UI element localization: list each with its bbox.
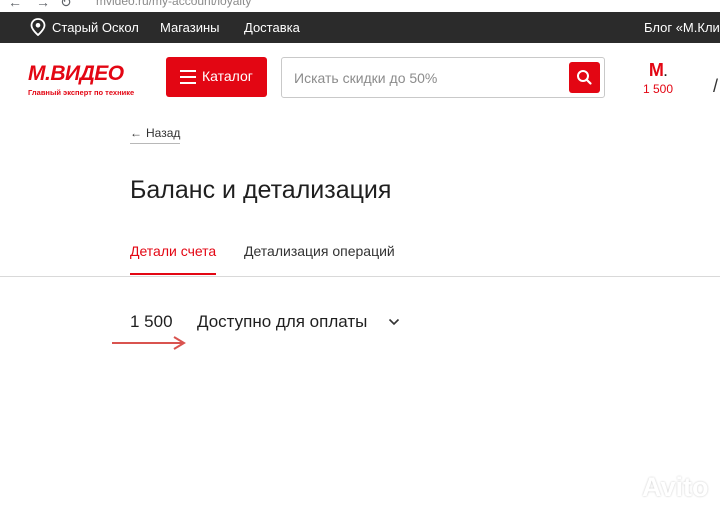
catalog-button[interactable]: Каталог <box>166 57 267 97</box>
balance-amount: 1 500 <box>130 312 173 331</box>
tab-account-details[interactable]: Детали счета <box>130 243 217 275</box>
catalog-button-label: Каталог <box>202 68 253 84</box>
avito-logo-icon <box>614 479 637 499</box>
reload-icon[interactable]: ↻ <box>60 0 72 11</box>
bonus-value: 1 500 <box>642 82 674 96</box>
location-pin-icon <box>30 18 46 36</box>
delivery-link[interactable]: Доставка <box>244 20 300 35</box>
logo-tagline: Главный эксперт по технике <box>28 88 135 97</box>
chevron-down-icon[interactable] <box>388 318 400 326</box>
available-for-payment-dropdown[interactable]: Доступно для оплаты <box>197 312 367 332</box>
arrow-left-icon: ← <box>130 126 142 140</box>
stores-link[interactable]: Магазины <box>160 20 220 35</box>
avito-watermark-text: Avito <box>642 472 709 502</box>
tab-operations[interactable]: Детализация операций <box>244 243 395 273</box>
avito-watermark: Avito <box>612 472 712 504</box>
search-button[interactable] <box>569 62 600 93</box>
tab-bar: Детали счета Детализация операций <box>0 235 720 277</box>
city-selector[interactable]: Старый Оскол <box>52 20 139 35</box>
search-box <box>281 57 605 98</box>
menu-icon <box>180 70 196 84</box>
bonus-balance[interactable]: M. 1 500 <box>638 60 678 100</box>
mvideo-logo[interactable]: М.ВИДЕО Главный эксперт по технике <box>28 62 138 102</box>
blog-link[interactable]: Блог «М.Клик <box>644 20 720 35</box>
back-link-label: Назад <box>146 126 181 140</box>
browser-address-bar: ← → ↻ mvideo.ru/my-account/loyalty <box>0 0 720 12</box>
back-link[interactable]: ← Назад <box>130 126 181 144</box>
page-title: Баланс и детализация <box>130 176 392 204</box>
top-bar: Старый Оскол Магазины Доставка Блог «М.К… <box>0 12 720 43</box>
address-url[interactable]: mvideo.ru/my-account/loyalty <box>96 0 251 8</box>
forward-nav-icon[interactable]: → <box>36 0 50 10</box>
bonus-logo-icon: M. <box>648 60 668 80</box>
search-icon <box>577 70 592 85</box>
back-nav-icon[interactable]: ← <box>8 0 22 10</box>
profile-icon[interactable]: / <box>713 76 718 97</box>
annotation-arrow <box>112 336 186 350</box>
search-input[interactable] <box>294 68 564 88</box>
logo-wordmark: М.ВИДЕО <box>28 62 124 85</box>
